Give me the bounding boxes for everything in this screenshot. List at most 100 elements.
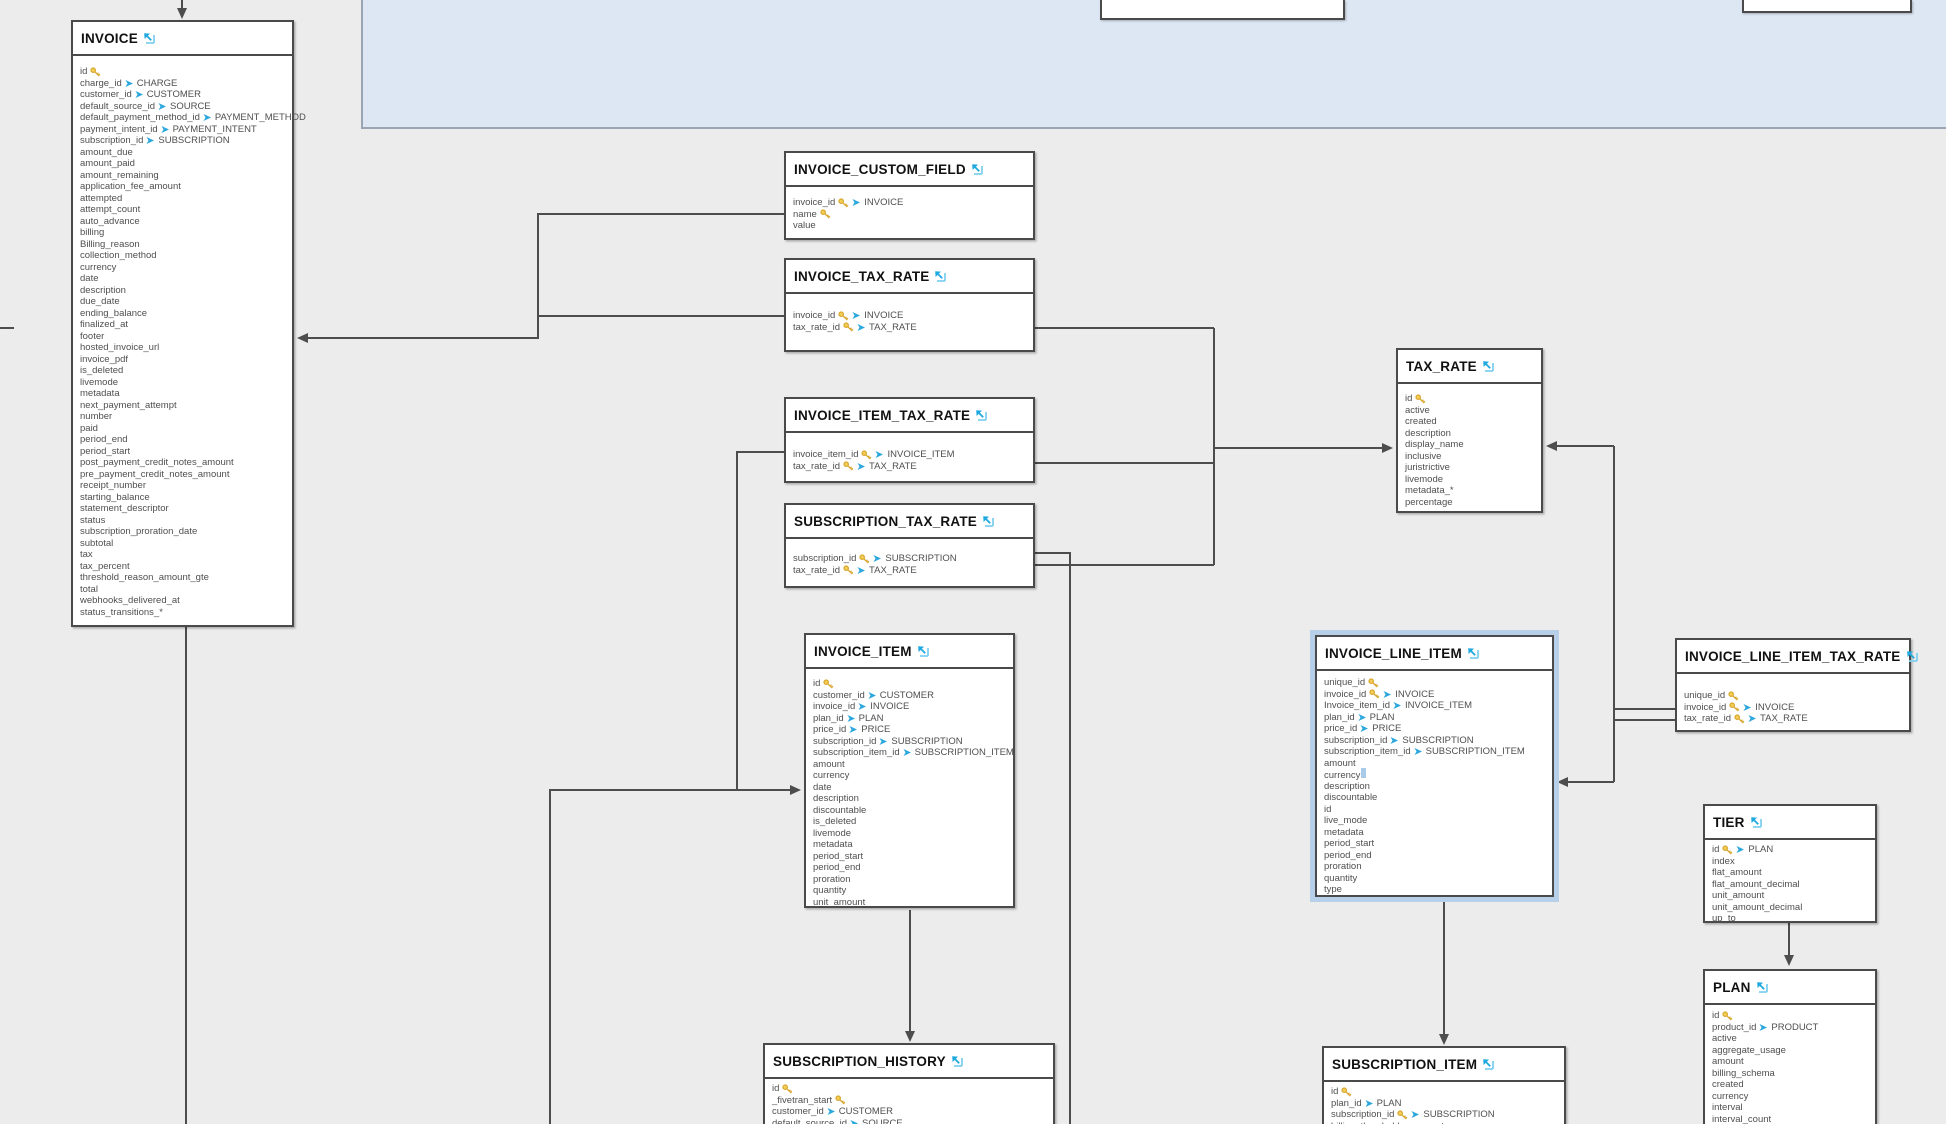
open-record-icon[interactable] — [1467, 647, 1480, 660]
field-row[interactable]: metadata_* — [1405, 485, 1541, 497]
field-row[interactable]: amount_paid — [80, 158, 292, 170]
field-row[interactable]: id — [813, 678, 1013, 690]
field-row[interactable]: invoice_id INVOICE — [1324, 689, 1552, 701]
field-row[interactable]: invoice_item_id INVOICE_ITEM — [793, 449, 1033, 461]
table-title-bar[interactable]: SUBSCRIPTION_ITEM — [1324, 1048, 1564, 1082]
field-row[interactable]: auto_advance — [80, 216, 292, 228]
field-row[interactable]: unit_amount — [813, 897, 1013, 909]
field-row[interactable]: _fivetran_start — [772, 1095, 1053, 1107]
field-row[interactable]: period_end — [80, 434, 292, 446]
field-row[interactable]: subscription_item_idSUBSCRIPTION_ITEM — [1324, 746, 1552, 758]
field-row[interactable]: charge_idCHARGE — [80, 78, 292, 90]
field-row[interactable]: unit_amount_decimal — [1712, 902, 1875, 914]
field-row[interactable]: unit_amount — [1712, 890, 1875, 902]
field-row[interactable]: id — [1712, 1010, 1875, 1022]
table-plan[interactable]: PLAN id product_idPRODUCTactiveaggregate… — [1703, 969, 1877, 1124]
open-record-icon[interactable] — [982, 515, 995, 528]
field-row[interactable]: display_name — [1405, 439, 1541, 451]
field-row[interactable]: default_source_idSOURCE — [80, 101, 292, 113]
field-row[interactable]: subscription_proration_date — [80, 526, 292, 538]
field-row[interactable]: id — [80, 66, 292, 78]
field-row[interactable]: plan_idPLAN — [1324, 712, 1552, 724]
field-row[interactable]: id — [772, 1083, 1053, 1095]
field-row[interactable]: tax_rate_id TAX_RATE — [793, 565, 1033, 577]
table-title-bar[interactable]: PLAN — [1705, 971, 1875, 1005]
field-row[interactable]: next_payment_attempt — [80, 400, 292, 412]
table-subscription-item[interactable]: SUBSCRIPTION_ITEM id plan_idPLANsubscrip… — [1322, 1046, 1566, 1124]
field-row[interactable]: amount — [813, 759, 1013, 771]
field-row[interactable]: period_end — [813, 862, 1013, 874]
field-row[interactable]: collection_method — [80, 250, 292, 262]
field-row[interactable]: subscription_id SUBSCRIPTION — [1331, 1109, 1564, 1121]
table-title-bar[interactable]: TIER — [1705, 806, 1875, 840]
table-invoice[interactable]: INVOICE id charge_idCHARGEcustomer_idCUS… — [71, 20, 294, 627]
field-row[interactable]: invoice_pdf — [80, 354, 292, 366]
cut-table-top-right[interactable] — [1742, 0, 1912, 13]
field-row[interactable]: live_mode — [1324, 815, 1552, 827]
field-row[interactable]: period_start — [1324, 838, 1552, 850]
field-row[interactable]: active — [1405, 405, 1541, 417]
field-row[interactable]: product_idPRODUCT — [1712, 1022, 1875, 1034]
field-row[interactable]: tax_rate_id TAX_RATE — [1684, 713, 1909, 725]
open-record-icon[interactable] — [143, 32, 156, 45]
table-title-bar[interactable]: INVOICE_ITEM — [806, 635, 1013, 669]
field-row[interactable]: price_idPRICE — [813, 724, 1013, 736]
field-row[interactable]: quantity — [813, 885, 1013, 897]
field-row[interactable]: id PLAN — [1712, 844, 1875, 856]
field-row[interactable]: default_payment_method_idPAYMENT_METHOD — [80, 112, 292, 124]
field-row[interactable]: percentage — [1405, 497, 1541, 509]
open-record-icon[interactable] — [975, 409, 988, 422]
field-row[interactable]: statement_descriptor — [80, 503, 292, 515]
field-row[interactable]: billing — [80, 227, 292, 239]
field-row[interactable]: application_fee_amount — [80, 181, 292, 193]
field-row[interactable]: up_to — [1712, 913, 1875, 925]
field-row[interactable]: webhooks_delivered_at — [80, 595, 292, 607]
field-row[interactable]: discountable — [1324, 792, 1552, 804]
field-row[interactable]: discountable — [813, 805, 1013, 817]
field-row[interactable]: invoice_id INVOICE — [793, 310, 1033, 322]
table-title-bar[interactable]: SUBSCRIPTION_HISTORY — [765, 1045, 1053, 1079]
open-record-icon[interactable] — [934, 270, 947, 283]
field-row[interactable]: Billing_reason — [80, 239, 292, 251]
field-row[interactable]: description — [813, 793, 1013, 805]
table-invoice-item[interactable]: INVOICE_ITEM id customer_idCUSTOMERinvoi… — [804, 633, 1015, 908]
field-row[interactable]: amount_remaining — [80, 170, 292, 182]
field-row[interactable]: payment_intent_idPAYMENT_INTENT — [80, 124, 292, 136]
field-row[interactable]: threshold_reason_amount_gte — [80, 572, 292, 584]
field-row[interactable]: metadata — [80, 388, 292, 400]
field-row[interactable]: currency — [1324, 769, 1552, 781]
field-row[interactable]: quantity — [1324, 873, 1552, 885]
field-row[interactable]: tax — [80, 549, 292, 561]
field-row[interactable]: invoice_id INVOICE — [1684, 702, 1909, 714]
table-title-bar[interactable]: TAX_RATE — [1398, 350, 1541, 384]
field-row[interactable]: finalized_at — [80, 319, 292, 331]
table-invoice-item-tax-rate[interactable]: INVOICE_ITEM_TAX_RATE invoice_item_id IN… — [784, 397, 1035, 483]
field-row[interactable]: unique_id — [1324, 677, 1552, 689]
field-row[interactable]: period_end — [1324, 850, 1552, 862]
field-row[interactable]: subscription_item_idSUBSCRIPTION_ITEM — [813, 747, 1013, 759]
relationship-line[interactable] — [302, 214, 784, 338]
field-row[interactable]: date — [813, 782, 1013, 794]
open-record-icon[interactable] — [1906, 650, 1919, 663]
cut-table-top-center[interactable] — [1100, 0, 1345, 20]
field-row[interactable]: plan_idPLAN — [813, 713, 1013, 725]
field-row[interactable]: value — [793, 220, 1033, 232]
field-row[interactable]: created — [1712, 1079, 1875, 1091]
field-row[interactable]: name — [793, 209, 1033, 221]
field-row[interactable]: currency — [1712, 1091, 1875, 1103]
field-row[interactable]: customer_idCUSTOMER — [772, 1106, 1053, 1118]
table-title-bar[interactable]: INVOICE_ITEM_TAX_RATE — [786, 399, 1033, 433]
relationship-line[interactable] — [737, 452, 784, 790]
table-title-bar[interactable]: INVOICE_LINE_ITEM_TAX_RATE — [1677, 640, 1909, 674]
field-row[interactable]: proration — [1324, 861, 1552, 873]
field-row[interactable]: active — [1712, 1033, 1875, 1045]
field-row[interactable]: amount_due — [80, 147, 292, 159]
field-row[interactable]: interval — [1712, 1102, 1875, 1114]
field-row[interactable]: flat_amount — [1712, 867, 1875, 879]
field-row[interactable]: metadata — [1324, 827, 1552, 839]
field-row[interactable]: due_date — [80, 296, 292, 308]
field-row[interactable]: id — [1324, 804, 1552, 816]
open-record-icon[interactable] — [1756, 981, 1769, 994]
field-row[interactable]: pre_payment_credit_notes_amount — [80, 469, 292, 481]
field-row[interactable]: subscription_idSUBSCRIPTION — [813, 736, 1013, 748]
